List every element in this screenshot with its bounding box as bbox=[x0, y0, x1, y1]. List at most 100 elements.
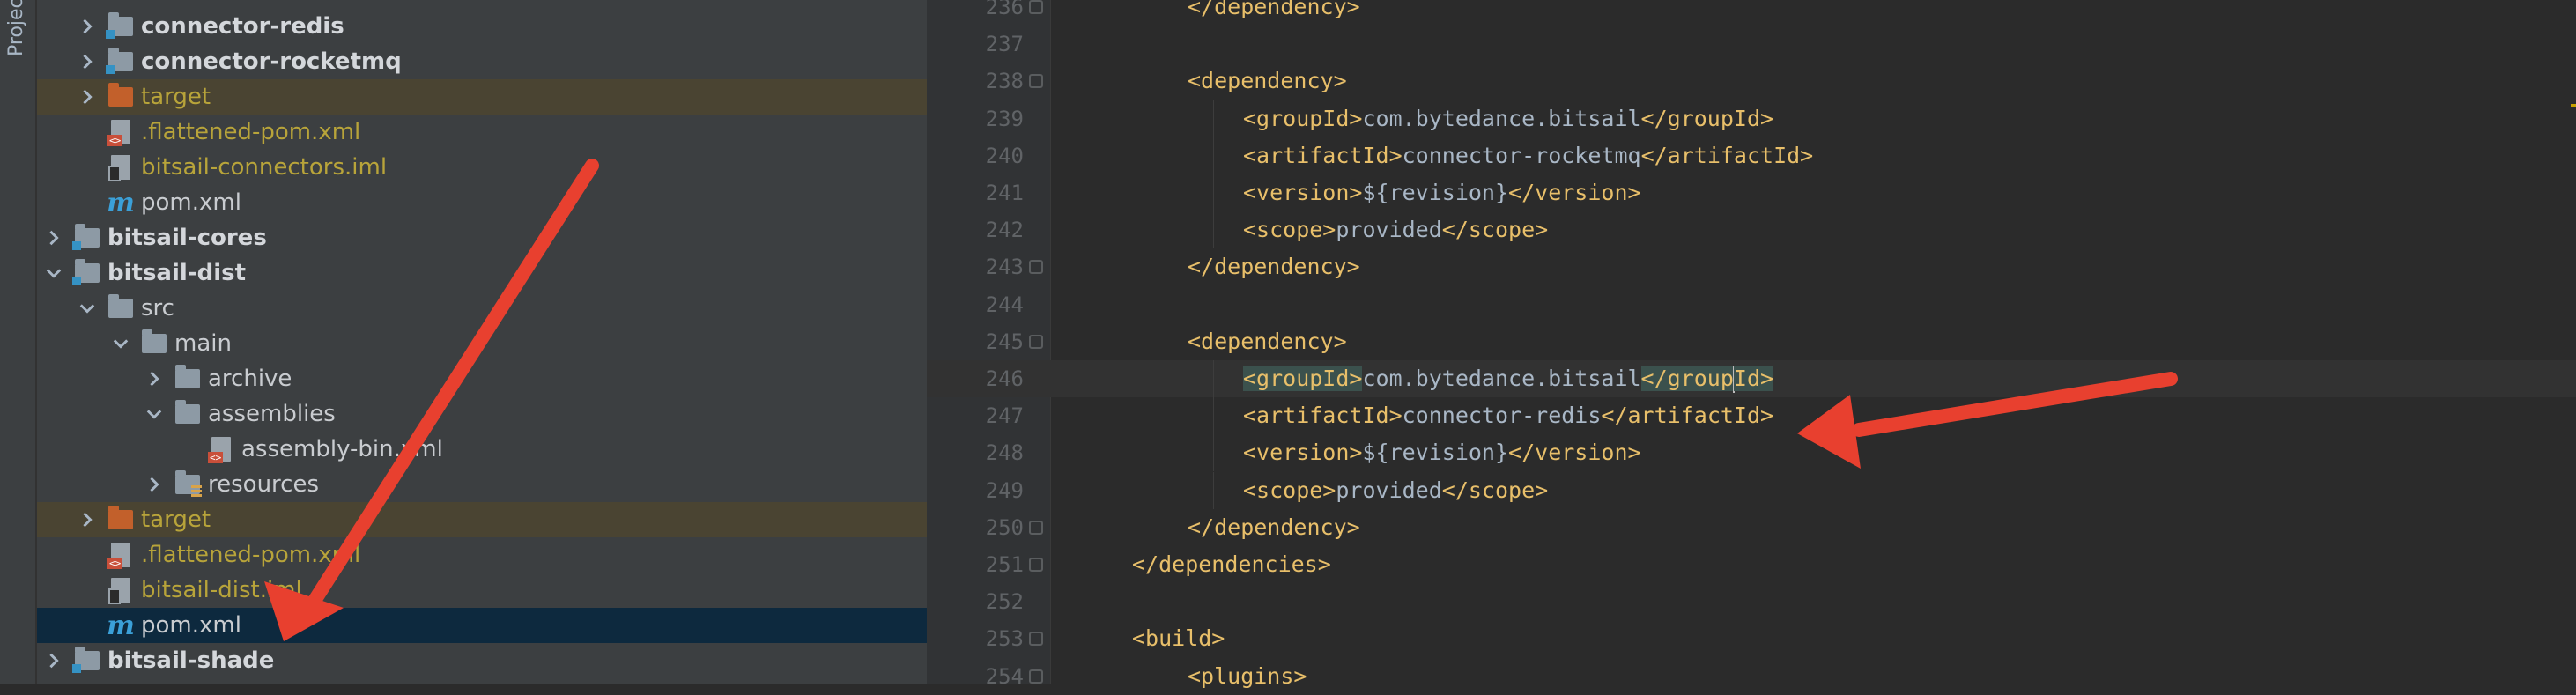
tree-item[interactable]: .flattened-pom.xml bbox=[37, 115, 927, 150]
xml-file-icon bbox=[107, 543, 134, 569]
code-line[interactable]: 254 <plugins> bbox=[927, 657, 2576, 695]
fold-marker-icon[interactable] bbox=[1029, 260, 1043, 275]
fold-marker-icon[interactable] bbox=[1029, 669, 1043, 684]
xml-tag: <groupId> bbox=[1243, 105, 1363, 131]
code-line[interactable]: 245 <dependency> bbox=[927, 322, 2576, 360]
code-line[interactable]: 247 <artifactId>connector-redis</artifact… bbox=[927, 397, 2576, 435]
tree-item[interactable]: connector-redis bbox=[37, 9, 927, 44]
tree-item[interactable]: assemblies bbox=[37, 396, 927, 432]
code-line[interactable]: 238 <dependency> bbox=[927, 63, 2576, 100]
folder-icon bbox=[141, 329, 167, 356]
chevron-right-icon[interactable] bbox=[76, 15, 99, 38]
code-line[interactable]: 250 </dependency> bbox=[927, 508, 2576, 546]
line-number: 252 bbox=[985, 589, 1024, 615]
tree-item[interactable]: assembly-bin.xml bbox=[37, 432, 927, 467]
code-line[interactable]: 244 bbox=[927, 286, 2576, 323]
chevron-right-icon[interactable] bbox=[42, 226, 65, 249]
tree-item[interactable]: resources bbox=[37, 467, 927, 502]
tree-item-label: bitsail-cores bbox=[107, 225, 267, 251]
tree-item[interactable]: bitsail-cores bbox=[37, 220, 927, 255]
code-line[interactable]: 249 <scope>provided</scope> bbox=[927, 471, 2576, 509]
indent-guide bbox=[1212, 100, 1214, 137]
chevron-right-icon[interactable] bbox=[143, 367, 166, 390]
code-text: <groupId>com.bytedance.bitsail</groupId> bbox=[1243, 360, 1774, 397]
xml-file-icon bbox=[107, 120, 134, 146]
iml-file-icon bbox=[107, 578, 134, 604]
xml-tag: <artifactId> bbox=[1243, 403, 1403, 429]
xml-tag: </version> bbox=[1508, 180, 1641, 205]
fold-marker-icon[interactable] bbox=[1029, 0, 1043, 14]
chevron-down-icon[interactable] bbox=[76, 297, 99, 320]
chevron-down-icon[interactable] bbox=[109, 332, 132, 355]
code-editor[interactable]: 236 </dependency> 237 238 <dependency> 239 <gr… bbox=[927, 0, 2576, 695]
code-line[interactable]: 239 <groupId>com.bytedance.bitsail</group… bbox=[927, 100, 2576, 137]
fold-marker-icon[interactable] bbox=[1029, 632, 1043, 647]
code-line[interactable]: 246 <groupId>com.bytedance.bitsail</group… bbox=[927, 360, 2576, 397]
code-text: <scope>provided</scope> bbox=[1243, 472, 1548, 509]
line-number: 253 bbox=[985, 626, 1024, 652]
tree-item[interactable]: bitsail-connectors.iml bbox=[37, 150, 927, 185]
chevron-down-icon[interactable] bbox=[42, 262, 65, 285]
folder-icon bbox=[107, 294, 134, 321]
tree-item[interactable]: connector-rocketmq bbox=[37, 44, 927, 79]
xml-tag: <version> bbox=[1243, 180, 1363, 205]
tree-item-label: assembly-bin.xml bbox=[241, 436, 443, 462]
fold-marker-icon[interactable] bbox=[1029, 520, 1043, 535]
code-text: </dependency> bbox=[1188, 0, 1360, 26]
tree-item[interactable]: bitsail-dist bbox=[37, 255, 927, 291]
project-tool-window-label[interactable]: Project bbox=[5, 0, 32, 56]
line-number: 242 bbox=[985, 218, 1024, 243]
xml-tag: </artifactId> bbox=[1640, 142, 1814, 168]
tree-item[interactable]: bitsail-shade bbox=[37, 643, 927, 678]
tree-item[interactable]: m pom.xml bbox=[37, 608, 927, 643]
tree-item[interactable]: main bbox=[37, 326, 927, 361]
tree-item[interactable]: .flattened-pom.xml bbox=[37, 537, 927, 573]
tree-item[interactable]: bitsail-dist.iml bbox=[37, 573, 927, 608]
xml-tag: </version> bbox=[1508, 440, 1641, 466]
indent-guide bbox=[1212, 137, 1214, 174]
tree-item[interactable]: m pom.xml bbox=[37, 185, 927, 220]
code-line[interactable]: 236 </dependency> bbox=[927, 0, 2576, 26]
code-line[interactable]: 252 bbox=[927, 583, 2576, 620]
xml-tag: </dependency> bbox=[1188, 254, 1360, 280]
xml-tag: <version> bbox=[1243, 440, 1363, 466]
code-line[interactable]: 237 bbox=[927, 26, 2576, 63]
code-line[interactable]: 240 <artifactId>connector-rocketmq</artif… bbox=[927, 137, 2576, 174]
xml-tag: <artifactId> bbox=[1243, 142, 1403, 168]
line-number: 243 bbox=[985, 255, 1024, 280]
chevron-right-icon[interactable] bbox=[143, 473, 166, 496]
code-line[interactable]: 253 <build> bbox=[927, 620, 2576, 657]
code-line[interactable]: 242 <scope>provided</scope> bbox=[927, 211, 2576, 249]
chevron-right-icon[interactable] bbox=[76, 50, 99, 73]
tree-item[interactable]: src bbox=[37, 291, 927, 326]
project-tool-window-strip[interactable]: Project bbox=[0, 0, 37, 684]
excluded-folder-icon bbox=[107, 506, 134, 532]
chevron-right-icon[interactable] bbox=[76, 508, 99, 531]
tree-item-label: bitsail-dist bbox=[107, 260, 247, 286]
code-line[interactable]: 248 <version>${revision}</version> bbox=[927, 434, 2576, 472]
tree-item[interactable]: archive bbox=[37, 361, 927, 396]
tree-item[interactable]: target bbox=[37, 79, 927, 115]
indent-guide bbox=[1212, 174, 1214, 211]
code-line[interactable]: 243 </dependency> bbox=[927, 248, 2576, 286]
line-number: 244 bbox=[985, 292, 1024, 317]
tree-item-label: pom.xml bbox=[141, 189, 241, 216]
chevron-down-icon[interactable] bbox=[143, 403, 166, 425]
chevron-right-icon[interactable] bbox=[76, 85, 99, 108]
code-line[interactable]: 241 <version>${revision}</version> bbox=[927, 174, 2576, 211]
module-folder-icon bbox=[72, 259, 100, 285]
indent-guide bbox=[1212, 471, 1214, 509]
tree-item[interactable]: target bbox=[37, 502, 927, 537]
xml-tag: </scope> bbox=[1441, 477, 1549, 503]
chevron-right-icon[interactable] bbox=[42, 649, 65, 672]
project-tree[interactable]: connector-redis connector-rocketmq target.… bbox=[37, 0, 927, 684]
code-text: <dependency> bbox=[1188, 323, 1347, 360]
line-number: 239 bbox=[985, 106, 1024, 131]
fold-marker-icon[interactable] bbox=[1029, 74, 1043, 89]
code-line[interactable]: 251 </dependencies> bbox=[927, 546, 2576, 583]
fold-marker-icon[interactable] bbox=[1029, 334, 1043, 349]
fold-marker-icon[interactable] bbox=[1029, 558, 1043, 572]
tree-item-label: target bbox=[141, 84, 211, 110]
module-folder-icon bbox=[106, 48, 134, 74]
